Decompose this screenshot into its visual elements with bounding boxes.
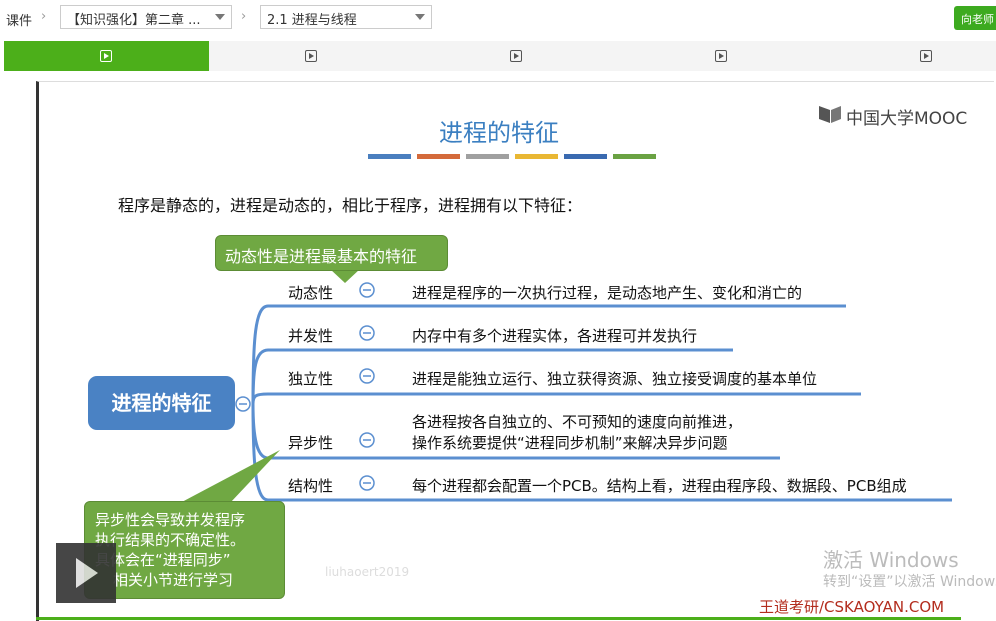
branch-desc-independent: 进程是能独立运行、独立获得资源、独立接受调度的基本单位 — [412, 370, 818, 388]
brand-text: 王道考研/CSKAOYAN.COM — [759, 598, 945, 616]
central-node: 进程的特征 — [88, 376, 235, 430]
callout-line: 执行结果的不确定性。 — [95, 531, 246, 549]
play-button[interactable] — [56, 543, 116, 603]
callout-line: 具体会在“进程同步” — [95, 551, 231, 569]
callout-dynamic-note: 动态性是进程最基本的特征 — [215, 235, 448, 271]
connector-line — [251, 392, 269, 405]
callout-pointer — [180, 450, 280, 503]
branch-label-concurrent: 并发性 — [288, 327, 334, 345]
branch-label-dynamic: 动态性 — [288, 284, 334, 302]
callout-line: 相关小节进行学习 — [113, 571, 234, 589]
activate-windows-title: 激活 Windows — [823, 548, 959, 572]
branch-label-async: 异步性 — [288, 434, 334, 452]
branch-desc-structural: 每个进程都会配置一个PCB。结构上看，进程由程序段、数据段、PCB组成 — [412, 477, 907, 495]
activate-windows-subtitle: 转到“设置”以激活 Windows。 — [823, 574, 996, 590]
callout-line: 异步性会导致并发程序 — [95, 511, 246, 529]
branch-label-structural: 结构性 — [288, 477, 334, 495]
branch-label-independent: 独立性 — [288, 370, 334, 388]
callout-pointer — [330, 269, 360, 283]
watermark: liuhaoert2019 — [325, 565, 410, 579]
branch-desc-concurrent: 内存中有多个进程实体，各进程可并发执行 — [412, 327, 698, 345]
course-player: 课件 › 【知识强化】第二章 ... › 2.1 进程与线程 向老师 进程的特征… — [0, 0, 996, 621]
branch-desc-dynamic: 进程是程序的一次执行过程，是动态地产生、变化和消亡的 — [412, 284, 803, 302]
branch-desc-async-line2: 操作系统要提供“进程同步机制”来解决异步问题 — [412, 434, 728, 452]
branch-desc-async-line1: 各进程按各自独立的、不可预知的速度向前推进， — [412, 413, 743, 431]
